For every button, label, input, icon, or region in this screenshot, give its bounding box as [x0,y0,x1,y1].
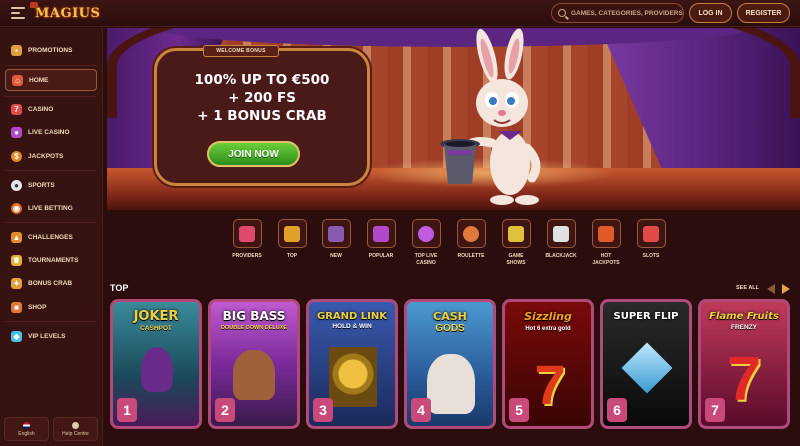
blob-icon [418,225,434,242]
section-title-top: TOP [110,283,129,293]
joker-art [141,347,173,392]
game-card-big-bass[interactable]: BIG BASS DOUBLE DOWN DELUXE 2 [208,299,300,429]
cup-icon: ♛ [11,254,22,266]
category-popular[interactable]: POPULAR [360,219,402,260]
coin-icon: $ [11,150,22,162]
sidebar-item-live-casino[interactable]: ● LIVE CASINO [5,121,97,143]
divider [5,96,97,97]
hero-banner: WELCOME BONUS 100% UP TO €500 + 200 FS +… [107,28,800,210]
game-card-super-flip[interactable]: SUPER FLIP 6 [600,299,692,429]
sidebar-item-challenges[interactable]: ▲ CHALLENGES [5,226,97,248]
see-all-link[interactable]: SEE ALL [736,285,759,291]
jester-icon [373,225,389,242]
search-box[interactable] [551,3,684,23]
book-icon [239,225,255,242]
sidebar-item-jackpots[interactable]: $ JACKPOTS [5,145,97,167]
sidebar-item-promotions[interactable]: ▪ PROMOTIONS [5,39,97,61]
language-selector[interactable]: English [4,417,49,441]
game-card-flame-fruits[interactable]: Flame Fruits FRENZY 7 7 [698,299,790,429]
game-card-grand-link[interactable]: GRAND LINK HOLD & WIN 3 [306,299,398,429]
live-icon: ◉ [11,202,22,214]
arrow-left-icon[interactable] [767,284,775,294]
category-top[interactable]: TOP [271,219,313,260]
arrow-right-icon[interactable] [782,284,790,294]
house-icon: ⌂ [12,74,23,86]
category-roulette[interactable]: ROULETTE [450,219,492,260]
sidebar-item-shop[interactable]: ■ SHOP [5,296,97,318]
diamond-art [621,342,673,394]
flag-icon [23,421,30,429]
divider [5,222,97,223]
logo[interactable]: MAGIUS [30,1,100,21]
mic-icon [508,225,524,242]
rank-badge: 7 [705,398,725,422]
crown-icon [284,225,300,242]
ball-icon: ● [11,179,22,191]
chest-icon [598,225,614,242]
crab-icon: ✦ [11,277,22,289]
gift-icon: ▪ [11,44,22,56]
magic-hat-icon [440,139,480,184]
diamond-icon: ◆ [11,330,22,342]
register-button[interactable]: REGISTER [737,3,790,23]
sidebar-item-sports[interactable]: ● SPORTS [5,174,97,196]
game-card-sizzling-hot-6[interactable]: Sizzling Hot 6 extra gold 7 5 [502,299,594,429]
divider [5,170,97,171]
chat-icon [72,421,79,429]
dealer-icon: ● [11,126,22,138]
sidebar-item-vip-levels[interactable]: ◆ VIP LEVELS [5,325,97,347]
join-now-button[interactable]: JOIN NOW [207,141,300,167]
rank-badge: 3 [313,398,333,422]
train-art [329,347,377,407]
game-card-cash-gods[interactable]: CASH GODS 4 [404,299,496,429]
rank-badge: 1 [117,398,137,422]
trophy-icon: ▲ [11,231,22,243]
sidebar-item-home[interactable]: ⌂ HOME [5,69,97,91]
category-slots[interactable]: SLOTS [630,219,672,260]
game-card-joker-cashpot[interactable]: JOKER CASHPOT 1 [110,299,202,429]
hat-icon [328,225,344,242]
category-top-live-casino[interactable]: TOP LIVE CASINO [405,219,447,267]
sidebar-item-live-betting[interactable]: ◉ LIVE BETTING [5,197,97,219]
category-providers[interactable]: PROVIDERS [226,219,268,260]
divider [5,65,97,66]
roulette-icon [463,225,479,242]
rank-badge: 2 [215,398,235,422]
cards-icon [553,225,569,242]
category-blackjack[interactable]: BLACKJACK [540,219,582,260]
login-button[interactable]: LOG IN [689,3,732,23]
sidebar-item-casino[interactable]: 7 CASINO [5,98,97,120]
category-game-shows[interactable]: GAME SHOWS [495,219,537,267]
seven-art: 7 [726,345,762,414]
search-icon [558,9,566,17]
rank-badge: 4 [411,398,431,422]
help-centre-button[interactable]: Help Centre [53,417,98,441]
sidebar-item-tournaments[interactable]: ♛ TOURNAMENTS [5,249,97,271]
welcome-bonus-tag: WELCOME BONUS [203,45,279,57]
slots-icon [643,225,659,242]
category-hot-jackpots[interactable]: HOT JACKPOTS [585,219,627,267]
sidebar: ▪ PROMOTIONS ⌂ HOME 7 CASINO ● LIVE CASINO $… [0,28,103,446]
divider [5,321,97,322]
sidebar-item-bonus-crab[interactable]: ✦ BONUS CRAB [5,272,97,294]
rank-badge: 6 [607,398,627,422]
slot-icon: 7 [11,103,22,115]
magic-hat-icon [30,1,38,8]
bonus-text: 100% UP TO €500 + 200 FS + 1 BONUS CRAB [194,72,330,124]
rank-badge: 5 [509,398,529,422]
top-bar: MAGIUS LOG IN REGISTER [0,0,800,27]
menu-icon[interactable] [11,7,25,19]
seven-art: 7 [534,353,566,416]
search-input[interactable] [571,9,683,17]
zeus-art [427,354,475,414]
category-new[interactable]: NEW [315,219,357,260]
bag-icon: ■ [11,301,22,313]
fisherman-art [233,350,275,400]
